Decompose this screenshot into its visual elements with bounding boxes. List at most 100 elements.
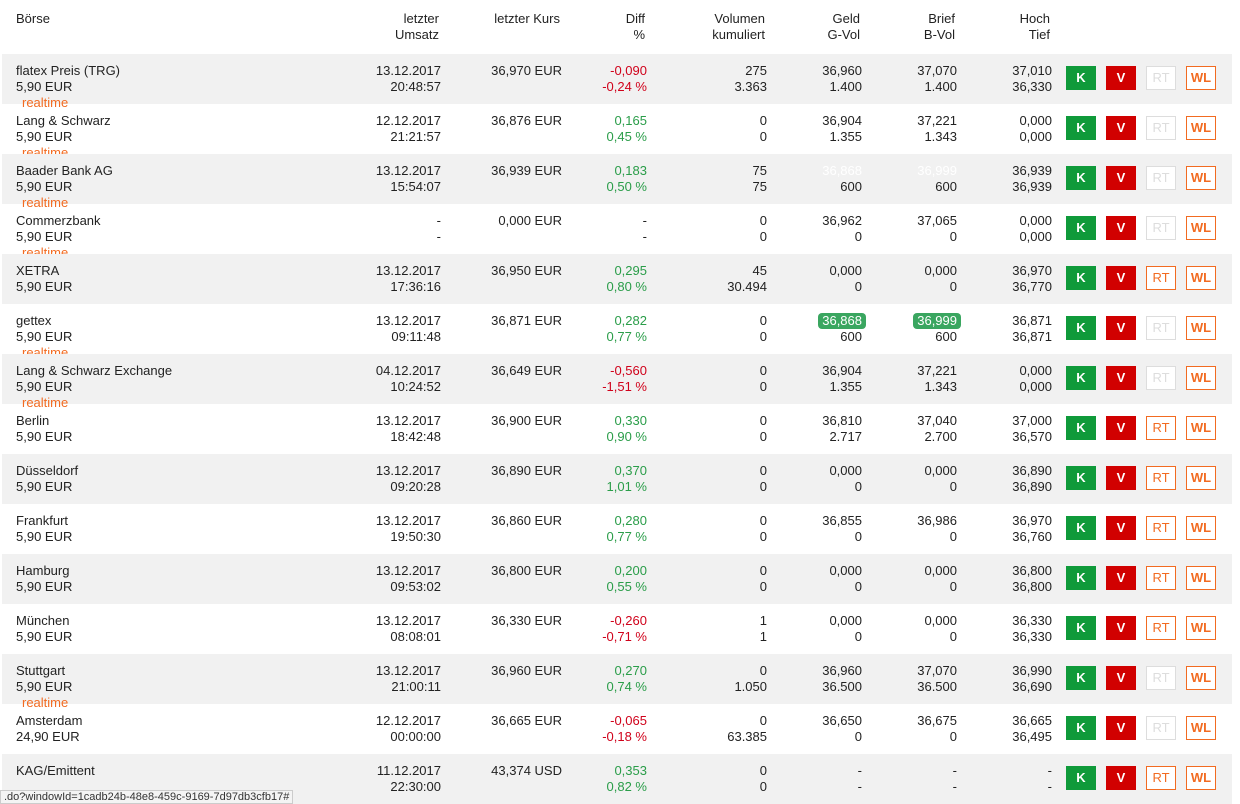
buy-button[interactable]: K	[1066, 616, 1096, 640]
realtime-button[interactable]: RT	[1146, 216, 1176, 240]
buy-button[interactable]: K	[1066, 316, 1096, 340]
bid-cell: 0,000 0	[829, 463, 862, 494]
last-price: 36,665 EUR	[491, 713, 562, 728]
buy-button[interactable]: K	[1066, 416, 1096, 440]
fee: 5,90 EUR	[16, 479, 73, 494]
exchange-name[interactable]: Lang & Schwarz Exchange	[16, 363, 172, 379]
table-row: Stuttgart 5,90 EUR realtime 13.12.2017 21:0…	[2, 654, 1232, 710]
watchlist-button[interactable]: WL	[1186, 366, 1216, 390]
watchlist-button[interactable]: WL	[1186, 716, 1216, 740]
exchange-name[interactable]: XETRA	[16, 263, 72, 279]
diff-cell: -0,090 -0,24 %	[602, 63, 647, 94]
buy-button[interactable]: K	[1066, 466, 1096, 490]
buy-button[interactable]: K	[1066, 66, 1096, 90]
buy-button[interactable]: K	[1066, 566, 1096, 590]
col-kurs[interactable]: letzter Kurs	[494, 11, 560, 27]
exchange-name[interactable]: KAG/Emittent	[16, 763, 95, 779]
watchlist-button[interactable]: WL	[1186, 116, 1216, 140]
exchange-name[interactable]: Baader Bank AG	[16, 163, 113, 179]
sell-button[interactable]: V	[1106, 616, 1136, 640]
last-trade-cell: 13.12.2017 09:53:02	[375, 563, 441, 594]
watchlist-button[interactable]: WL	[1186, 566, 1216, 590]
exchange-name[interactable]: Stuttgart	[16, 663, 72, 679]
watchlist-button[interactable]: WL	[1186, 666, 1216, 690]
sell-button[interactable]: V	[1106, 416, 1136, 440]
exchange-name[interactable]: gettex	[16, 313, 72, 329]
watchlist-button[interactable]: WL	[1186, 516, 1216, 540]
ask-cell: 0,000 0	[924, 613, 957, 644]
last-price: 36,871 EUR	[491, 313, 562, 328]
sell-button[interactable]: V	[1106, 666, 1136, 690]
realtime-button[interactable]: RT	[1146, 616, 1176, 640]
buy-button[interactable]: K	[1066, 766, 1096, 790]
sell-button[interactable]: V	[1106, 166, 1136, 190]
col-geld[interactable]: Geld G-Vol	[827, 11, 860, 43]
sell-button[interactable]: V	[1106, 716, 1136, 740]
col-boerse[interactable]: Börse	[16, 11, 50, 27]
realtime-button[interactable]: RT	[1146, 66, 1176, 90]
watchlist-button[interactable]: WL	[1186, 766, 1216, 790]
buy-button[interactable]: K	[1066, 166, 1096, 190]
table-row: gettex 5,90 EUR realtime 13.12.2017 09:11:4…	[2, 304, 1232, 360]
ask-cell: 36,999 600	[913, 313, 961, 345]
sell-button[interactable]: V	[1106, 466, 1136, 490]
sell-button[interactable]: V	[1106, 266, 1136, 290]
sell-button[interactable]: V	[1106, 66, 1136, 90]
exchange-cell: München 5,90 EUR	[16, 613, 72, 645]
realtime-button[interactable]: RT	[1146, 766, 1176, 790]
buy-button[interactable]: K	[1066, 666, 1096, 690]
buy-button[interactable]: K	[1066, 516, 1096, 540]
volume-cell: 00	[759, 513, 767, 544]
realtime-button[interactable]: RT	[1146, 566, 1176, 590]
col-hoch[interactable]: Hoch Tief	[1020, 11, 1050, 43]
watchlist-button[interactable]: WL	[1186, 166, 1216, 190]
watchlist-button[interactable]: WL	[1186, 416, 1216, 440]
bid-cell: 36,868 600	[822, 163, 862, 194]
watchlist-button[interactable]: WL	[1186, 616, 1216, 640]
realtime-button[interactable]: RT	[1146, 466, 1176, 490]
exchange-name[interactable]: Berlin	[16, 413, 72, 429]
exchange-name[interactable]: Hamburg	[16, 563, 72, 579]
col-brief[interactable]: Brief B-Vol	[924, 11, 955, 43]
watchlist-button[interactable]: WL	[1186, 66, 1216, 90]
watchlist-button[interactable]: WL	[1186, 316, 1216, 340]
watchlist-button[interactable]: WL	[1186, 216, 1216, 240]
realtime-button[interactable]: RT	[1146, 716, 1176, 740]
exchange-cell: Amsterdam 24,90 EUR	[16, 713, 82, 745]
sell-button[interactable]: V	[1106, 316, 1136, 340]
watchlist-button[interactable]: WL	[1186, 466, 1216, 490]
buy-button[interactable]: K	[1066, 116, 1096, 140]
realtime-button[interactable]: RT	[1146, 516, 1176, 540]
buy-button[interactable]: K	[1066, 266, 1096, 290]
volume-cell: 275 3.363	[734, 63, 767, 94]
table-row: Commerzbank 5,90 EUR realtime -- 0,000 EUR…	[2, 204, 1232, 260]
col-umsatz[interactable]: letzter Umsatz	[395, 11, 439, 43]
buy-button[interactable]: K	[1066, 216, 1096, 240]
watchlist-button[interactable]: WL	[1186, 266, 1216, 290]
col-volumen[interactable]: Volumen kumuliert	[712, 11, 765, 43]
buy-button[interactable]: K	[1066, 716, 1096, 740]
exchange-name[interactable]: Düsseldorf	[16, 463, 78, 479]
sell-button[interactable]: V	[1106, 216, 1136, 240]
realtime-button[interactable]: RT	[1146, 266, 1176, 290]
sell-button[interactable]: V	[1106, 766, 1136, 790]
realtime-button[interactable]: RT	[1146, 366, 1176, 390]
realtime-button[interactable]: RT	[1146, 116, 1176, 140]
sell-button[interactable]: V	[1106, 366, 1136, 390]
realtime-button[interactable]: RT	[1146, 166, 1176, 190]
sell-button[interactable]: V	[1106, 566, 1136, 590]
exchange-name[interactable]: flatex Preis (TRG)	[16, 63, 120, 79]
exchange-name[interactable]: Amsterdam	[16, 713, 82, 729]
exchange-name[interactable]: München	[16, 613, 72, 629]
col-diff[interactable]: Diff%	[626, 11, 645, 43]
buy-button[interactable]: K	[1066, 366, 1096, 390]
exchange-name[interactable]: Frankfurt	[16, 513, 72, 529]
exchange-name[interactable]: Commerzbank	[16, 213, 101, 229]
realtime-button[interactable]: RT	[1146, 666, 1176, 690]
exchange-name[interactable]: Lang & Schwarz	[16, 113, 111, 129]
table-row: Frankfurt 5,90 EUR 13.12.2017 19:50:30 36,…	[2, 504, 1232, 554]
realtime-button[interactable]: RT	[1146, 316, 1176, 340]
realtime-button[interactable]: RT	[1146, 416, 1176, 440]
sell-button[interactable]: V	[1106, 116, 1136, 140]
sell-button[interactable]: V	[1106, 516, 1136, 540]
